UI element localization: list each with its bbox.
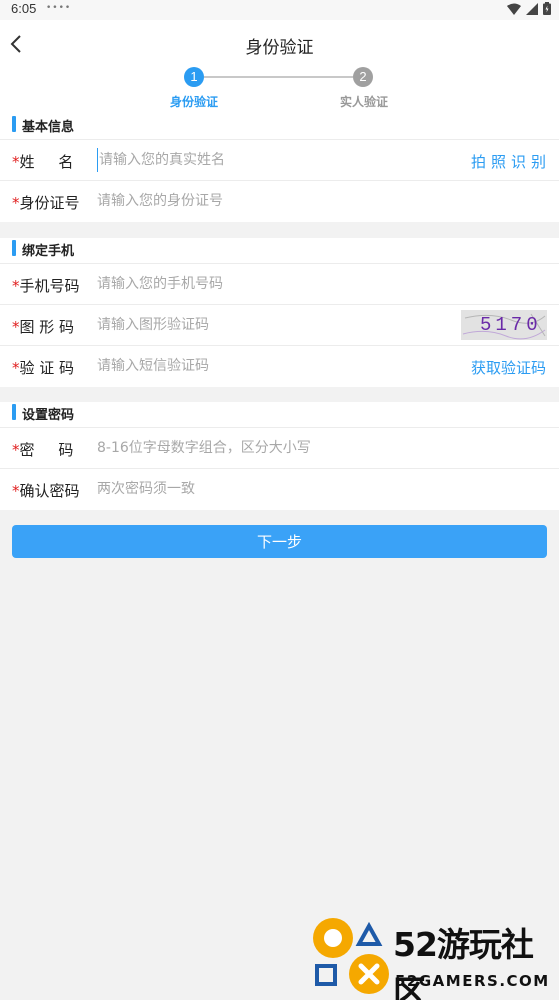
confirm-password-row: *确认密码: [0, 469, 559, 510]
section-title: 绑定手机: [22, 244, 75, 259]
mobile-input[interactable]: [97, 272, 427, 296]
section-header: 基本信息: [0, 114, 559, 140]
password-label-text: 密 码: [19, 441, 74, 459]
header: 身份验证 1 2 身份验证 实人验证: [0, 20, 559, 114]
signal-icon: [526, 2, 538, 15]
section-header: 绑定手机: [0, 238, 559, 264]
id-card-label-text: 身份证号: [19, 194, 80, 212]
status-icons: [507, 2, 551, 15]
status-bar: 6:05 ••••: [0, 0, 559, 20]
status-time: 6:05: [11, 1, 37, 16]
required-mark: *: [12, 318, 20, 336]
section-header: 设置密码: [0, 402, 559, 428]
sms-label: *验 证 码: [12, 357, 74, 378]
id-card-label: *身份证号: [12, 192, 80, 213]
section-accent-bar: [12, 240, 16, 256]
photo-recognize-button[interactable]: 拍照识别: [471, 151, 551, 172]
captcha-label-text: 图 形 码: [19, 318, 75, 336]
section-title: 设置密码: [22, 408, 75, 423]
watermark-logo: 52游玩社区 52GAMERS.COM: [311, 916, 559, 1000]
notification-dots: ••••: [46, 3, 72, 13]
section-accent-bar: [12, 404, 16, 420]
step-2-indicator: 2: [353, 67, 373, 87]
required-mark: *: [12, 482, 20, 500]
name-label: *姓 名: [12, 151, 73, 172]
gamepad-logo-icon: [313, 918, 389, 994]
section-bind-phone: 绑定手机 *手机号码 *图 形 码 5170 *验 证 码 获取验证码: [0, 238, 559, 387]
required-mark: *: [12, 153, 20, 171]
required-mark: *: [12, 441, 20, 459]
watermark-subtitle: 52GAMERS.COM: [395, 972, 550, 990]
mobile-label-text: 手机号码: [19, 277, 80, 295]
password-row: *密 码: [0, 428, 559, 469]
mobile-label: *手机号码: [12, 275, 80, 296]
name-input[interactable]: [97, 148, 427, 172]
required-mark: *: [12, 359, 20, 377]
name-row: *姓 名 拍照识别: [0, 140, 559, 181]
section-basic-info: 基本信息 *姓 名 拍照识别 *身份证号: [0, 114, 559, 222]
id-card-row: *身份证号: [0, 181, 559, 222]
wifi-icon: [507, 3, 521, 15]
step-1-indicator: 1: [184, 67, 204, 87]
section-title: 基本信息: [22, 120, 75, 135]
section-accent-bar: [12, 116, 16, 132]
required-mark: *: [12, 277, 20, 295]
sms-row: *验 证 码 获取验证码: [0, 346, 559, 387]
step-2-label: 实人验证: [340, 95, 389, 109]
captcha-row: *图 形 码 5170: [0, 305, 559, 346]
confirm-password-label: *确认密码: [12, 480, 80, 501]
captcha-image[interactable]: 5170: [461, 310, 547, 340]
password-label: *密 码: [12, 439, 73, 460]
mobile-row: *手机号码: [0, 264, 559, 305]
next-step-button[interactable]: 下一步: [12, 525, 547, 558]
step-1-label: 身份验证: [170, 95, 219, 109]
section-set-password: 设置密码 *密 码 *确认密码: [0, 402, 559, 510]
get-sms-code-button[interactable]: 获取验证码: [471, 357, 546, 378]
confirm-password-input[interactable]: [97, 477, 427, 501]
name-label-text: 姓 名: [19, 153, 74, 171]
confirm-password-label-text: 确认密码: [19, 482, 80, 500]
password-input[interactable]: [97, 436, 427, 460]
step-connector: [204, 76, 353, 78]
page-title: 身份验证: [245, 38, 314, 58]
sms-label-text: 验 证 码: [19, 359, 75, 377]
sms-code-input[interactable]: [97, 354, 347, 378]
battery-icon: [543, 2, 551, 15]
id-card-input[interactable]: [97, 189, 427, 213]
captcha-label: *图 形 码: [12, 316, 74, 337]
captcha-text: 5170: [480, 314, 542, 336]
required-mark: *: [12, 194, 20, 212]
captcha-input[interactable]: [97, 313, 347, 337]
